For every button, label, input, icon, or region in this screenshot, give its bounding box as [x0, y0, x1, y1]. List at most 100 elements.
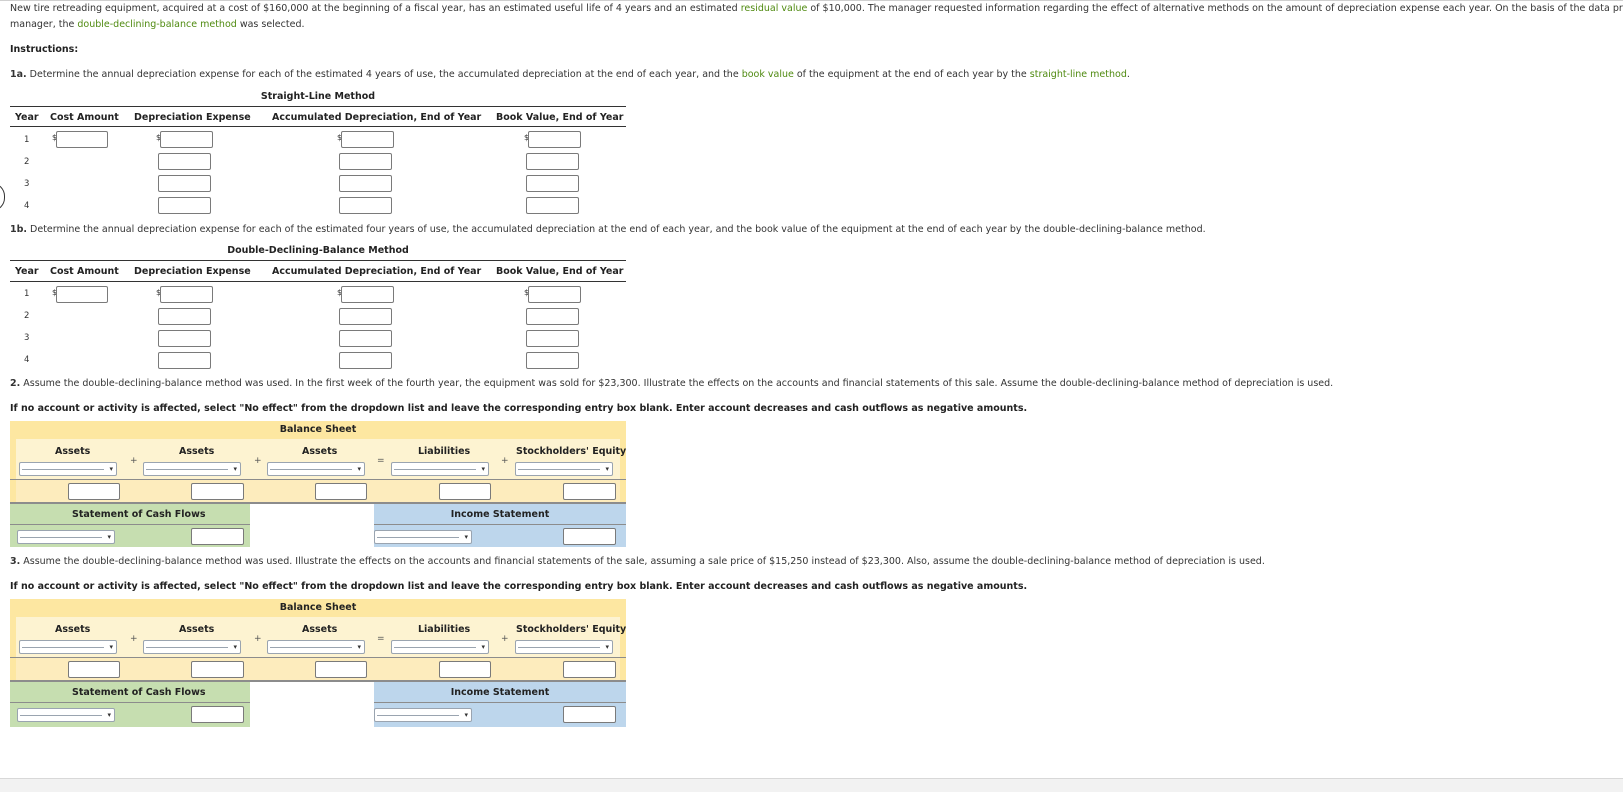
ddb-dep-expense-year3-input[interactable] [158, 330, 211, 347]
q3-assets-2-dropdown[interactable]: ▾ [143, 640, 241, 654]
sl-accum-dep-year3-input[interactable] [339, 175, 392, 192]
q2-cash-flow-dropdown[interactable]: ▾ [17, 530, 115, 544]
cash-flows-title: Statement of Cash Flows [72, 687, 206, 698]
q3-assets-1-amount-input[interactable] [68, 661, 120, 678]
chevron-down-icon: ▾ [481, 643, 485, 651]
chevron-down-icon: ▾ [481, 465, 485, 473]
straight-line-link[interactable]: straight-line method [1030, 69, 1127, 80]
chevron-down-icon: ▾ [464, 533, 468, 541]
q3-equity-dropdown[interactable]: ▾ [515, 640, 613, 654]
q3-equity-amount-input[interactable] [563, 661, 616, 678]
sl-accum-dep-year1-input[interactable] [341, 131, 394, 148]
col-year: Year [15, 266, 39, 277]
q3-assets-3-amount-input[interactable] [315, 661, 367, 678]
ddb-accum-dep-year4-input[interactable] [339, 352, 392, 369]
q1a-text: . [1126, 69, 1130, 80]
sl-dep-expense-year3-input[interactable] [158, 175, 211, 192]
col-book-value: Book Value, End of Year [496, 266, 624, 277]
ddb-method-link[interactable]: double-declining-balance method [77, 19, 236, 30]
q3-cash-flow-amount-input[interactable] [191, 706, 244, 723]
sl-accum-dep-year4-input[interactable] [339, 197, 392, 214]
table-rule [374, 524, 626, 525]
ddb-cost-amount-input[interactable] [56, 286, 108, 303]
ddb-table-title: Double-Declining-Balance Method [227, 245, 409, 256]
q3-assets-2-amount-input[interactable] [191, 661, 244, 678]
ddb-accum-dep-year1-input[interactable] [341, 286, 394, 303]
q2-assets-2-dropdown[interactable]: ▾ [143, 462, 241, 476]
sl-dep-expense-year2-input[interactable] [158, 153, 211, 170]
assets-label: Assets [302, 624, 338, 635]
straight-line-table-title: Straight-Line Method [260, 91, 376, 102]
sl-book-value-year3-input[interactable] [526, 175, 579, 192]
chevron-down-icon: ▾ [233, 643, 237, 651]
chevron-down-icon: ▾ [109, 465, 113, 473]
q1a-number: 1a. [10, 69, 27, 80]
q3-assets-3-dropdown[interactable]: ▾ [267, 640, 365, 654]
plus-sign: + [130, 634, 138, 644]
chevron-down-icon: ▾ [357, 643, 361, 651]
ddb-accum-dep-year3-input[interactable] [339, 330, 392, 347]
q3-liabilities-dropdown[interactable]: ▾ [391, 640, 489, 654]
q3-liabilities-amount-input[interactable] [439, 661, 491, 678]
intro-text: manager, the [10, 19, 78, 30]
q2-income-dropdown[interactable]: ▾ [374, 530, 472, 544]
q3-income-amount-input[interactable] [563, 706, 616, 723]
balance-sheet-title: Balance Sheet [279, 602, 357, 613]
col-depreciation-expense: Depreciation Expense [134, 112, 251, 123]
q2-liabilities-amount-input[interactable] [439, 483, 491, 500]
sl-cost-amount-input[interactable] [56, 131, 108, 148]
bs-edge [620, 480, 626, 502]
q3-income-dropdown[interactable]: ▾ [374, 708, 472, 722]
q2-number: 2. [10, 378, 21, 389]
q2-equity-amount-input[interactable] [563, 483, 616, 500]
q2-assets-2-amount-input[interactable] [191, 483, 244, 500]
sl-book-value-year2-input[interactable] [526, 153, 579, 170]
ddb-dep-expense-year4-input[interactable] [158, 352, 211, 369]
q3-cash-flow-dropdown[interactable]: ▾ [17, 708, 115, 722]
plus-sign: + [254, 456, 262, 466]
book-value-link[interactable]: book value [742, 69, 794, 80]
ddb-accum-dep-year2-input[interactable] [339, 308, 392, 325]
q2-assets-1-dropdown[interactable]: ▾ [19, 462, 117, 476]
sl-accum-dep-year2-input[interactable] [339, 153, 392, 170]
year-1-label: 1 [24, 135, 30, 145]
sl-dep-expense-year1-input[interactable] [160, 131, 213, 148]
q2-income-amount-input[interactable] [563, 528, 616, 545]
liabilities-label: Liabilities [418, 624, 471, 635]
bs-edge [620, 658, 626, 680]
sl-book-value-year4-input[interactable] [526, 197, 579, 214]
residual-value-link[interactable]: residual value [741, 3, 808, 14]
year-3-label: 3 [24, 179, 30, 189]
cash-flows-title: Statement of Cash Flows [72, 509, 206, 520]
q2-cash-flow-amount-input[interactable] [191, 528, 244, 545]
intro-text: New tire retreading equipment, acquired … [10, 3, 741, 14]
sl-dep-expense-year4-input[interactable] [158, 197, 211, 214]
q2-assets-3-amount-input[interactable] [315, 483, 367, 500]
q3-assets-1-dropdown[interactable]: ▾ [19, 640, 117, 654]
ddb-book-value-year4-input[interactable] [526, 352, 579, 369]
ddb-dep-expense-year2-input[interactable] [158, 308, 211, 325]
sl-book-value-year1-input[interactable] [528, 131, 581, 148]
plus-sign: + [501, 634, 509, 644]
table-rule [374, 702, 626, 703]
assets-label: Assets [179, 446, 215, 457]
ddb-book-value-year1-input[interactable] [528, 286, 581, 303]
q2-equity-dropdown[interactable]: ▾ [515, 462, 613, 476]
bs-edge [10, 480, 16, 502]
ddb-book-value-year3-input[interactable] [526, 330, 579, 347]
q2-text: Assume the double-declining-balance meth… [20, 378, 1334, 389]
q2-assets-3-dropdown[interactable]: ▾ [267, 462, 365, 476]
chevron-down-icon: ▾ [107, 711, 111, 719]
plus-sign: + [254, 634, 262, 644]
equals-sign: = [377, 634, 385, 644]
ddb-dep-expense-year1-input[interactable] [160, 286, 213, 303]
q2-assets-1-amount-input[interactable] [68, 483, 120, 500]
chevron-down-icon: ▾ [605, 465, 609, 473]
q1a-prompt: 1a. Determine the annual depreciation ex… [10, 66, 1130, 83]
q2-liabilities-dropdown[interactable]: ▾ [391, 462, 489, 476]
col-cost-amount: Cost Amount [50, 266, 119, 277]
col-accumulated-depreciation: Accumulated Depreciation, End of Year [272, 112, 482, 123]
table-rule [10, 106, 626, 107]
balance-sheet-title: Balance Sheet [279, 424, 357, 435]
ddb-book-value-year2-input[interactable] [526, 308, 579, 325]
